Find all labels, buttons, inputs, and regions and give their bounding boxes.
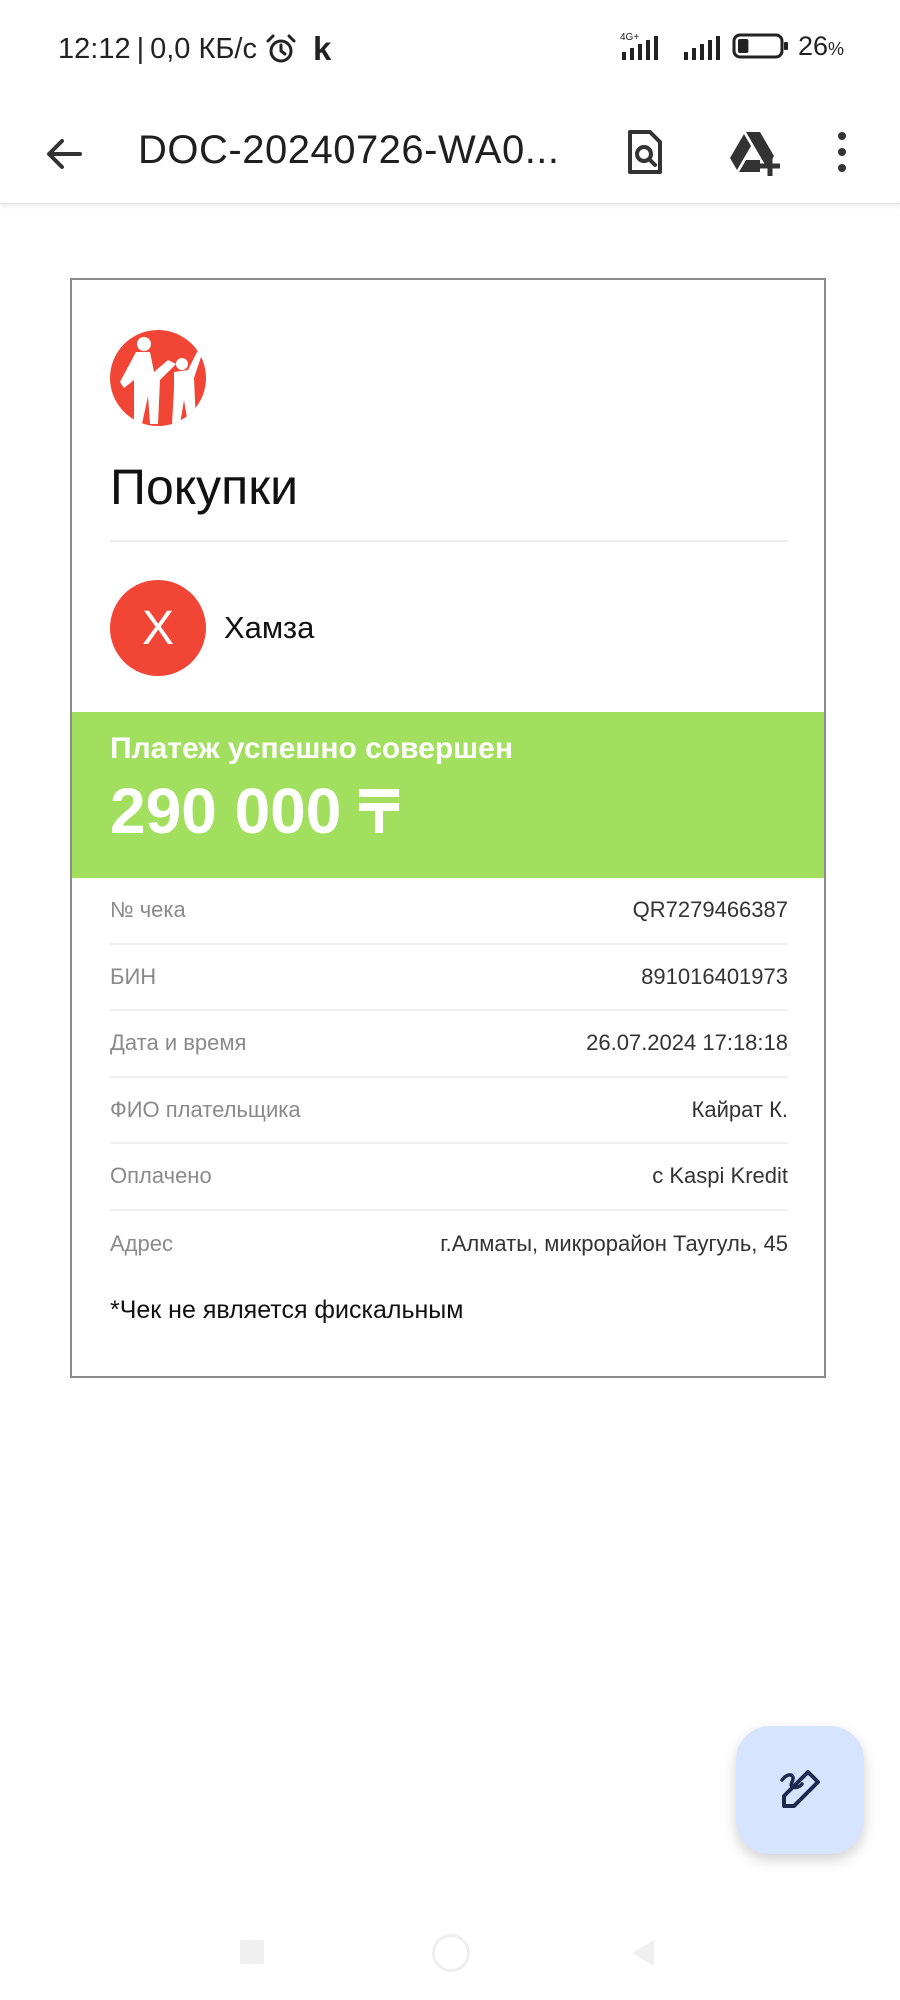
alarm-icon (266, 34, 296, 63)
detail-label: ФИО плательщика (110, 1096, 301, 1122)
detail-value: г.Алматы, микрорайон Таугуль, 45 (440, 1230, 788, 1256)
merchant-name: Хамза (224, 610, 315, 645)
amount-value: 290 000 (110, 775, 342, 847)
detail-row-address: Адрес г.Алматы, микрорайон Таугуль, 45 (110, 1211, 788, 1278)
app-bar: DOC-20240726-WA0... (0, 100, 900, 204)
signal-4g-icon: 4G+ (620, 32, 658, 60)
status-right: 4G+ 26% (610, 30, 844, 62)
detail-label: Адрес (110, 1230, 173, 1256)
detail-label: № чека (110, 897, 186, 923)
status-time: 12:12 (58, 32, 131, 65)
detail-value: с Kaspi Kredit (652, 1163, 788, 1189)
detail-row-receipt-number: № чека QR7279466387 (110, 878, 788, 945)
detail-value: 891016401973 (641, 963, 788, 989)
home-button[interactable] (432, 1934, 470, 1972)
battery-icon (732, 33, 788, 59)
divider (110, 540, 788, 542)
detail-label: Дата и время (110, 1030, 247, 1056)
document-title: DOC-20240726-WA0... (138, 128, 560, 172)
drive-add-icon[interactable] (726, 126, 782, 178)
detail-row-bin: БИН 891016401973 (110, 945, 788, 1011)
back-arrow-icon[interactable] (40, 130, 88, 178)
pen-edit-icon (780, 1770, 820, 1808)
more-options-icon[interactable] (822, 126, 862, 178)
search-document-icon[interactable] (618, 126, 670, 178)
recent-apps-button[interactable] (240, 1940, 264, 1964)
status-left: 12:12 | 0,0 КБ/с k (58, 30, 331, 68)
payment-amount: 290 000 (110, 774, 401, 848)
battery-value: 26 (797, 30, 828, 61)
status-bar: 12:12 | 0,0 КБ/с k 4G+ 26% (0, 0, 900, 100)
carrier-k-icon: k (312, 30, 332, 67)
detail-value: Кайрат К. (691, 1096, 788, 1122)
merchant-avatar: Х (110, 580, 206, 676)
signal-icon (683, 36, 720, 60)
kaspi-logo-icon (110, 330, 206, 426)
detail-value: QR7279466387 (632, 897, 788, 923)
detail-label: БИН (110, 963, 157, 989)
detail-row-payer: ФИО плательщика Кайрат К. (110, 1078, 788, 1144)
payment-success-banner: Платеж успешно совершен 290 000 (72, 712, 824, 878)
system-nav-bar (0, 1900, 900, 2000)
tenge-icon (359, 789, 400, 833)
detail-label: Оплачено (110, 1163, 212, 1189)
non-fiscal-note: *Чек не является фискальным (110, 1296, 464, 1324)
annotate-fab-button[interactable] (736, 1726, 864, 1854)
battery-unit: % (827, 38, 844, 59)
network-type-label: 4G+ (620, 32, 639, 43)
receipt-title: Покупки (110, 459, 299, 515)
payment-status: Платеж успешно совершен (110, 732, 513, 765)
receipt-details: № чека QR7279466387 БИН 891016401973 Дат… (110, 878, 788, 1277)
back-button[interactable] (632, 1940, 654, 1966)
detail-value: 26.07.2024 17:18:18 (586, 1030, 788, 1056)
detail-row-paid-with: Оплачено с Kaspi Kredit (110, 1144, 788, 1211)
status-speed: 0,0 КБ/с (150, 32, 257, 65)
detail-row-datetime: Дата и время 26.07.2024 17:18:18 (110, 1011, 788, 1078)
document-page: Покупки Х Хамза Платеж успешно совершен … (70, 278, 826, 1378)
battery-percent: 26% (798, 31, 844, 62)
status-separator: | (136, 32, 145, 65)
